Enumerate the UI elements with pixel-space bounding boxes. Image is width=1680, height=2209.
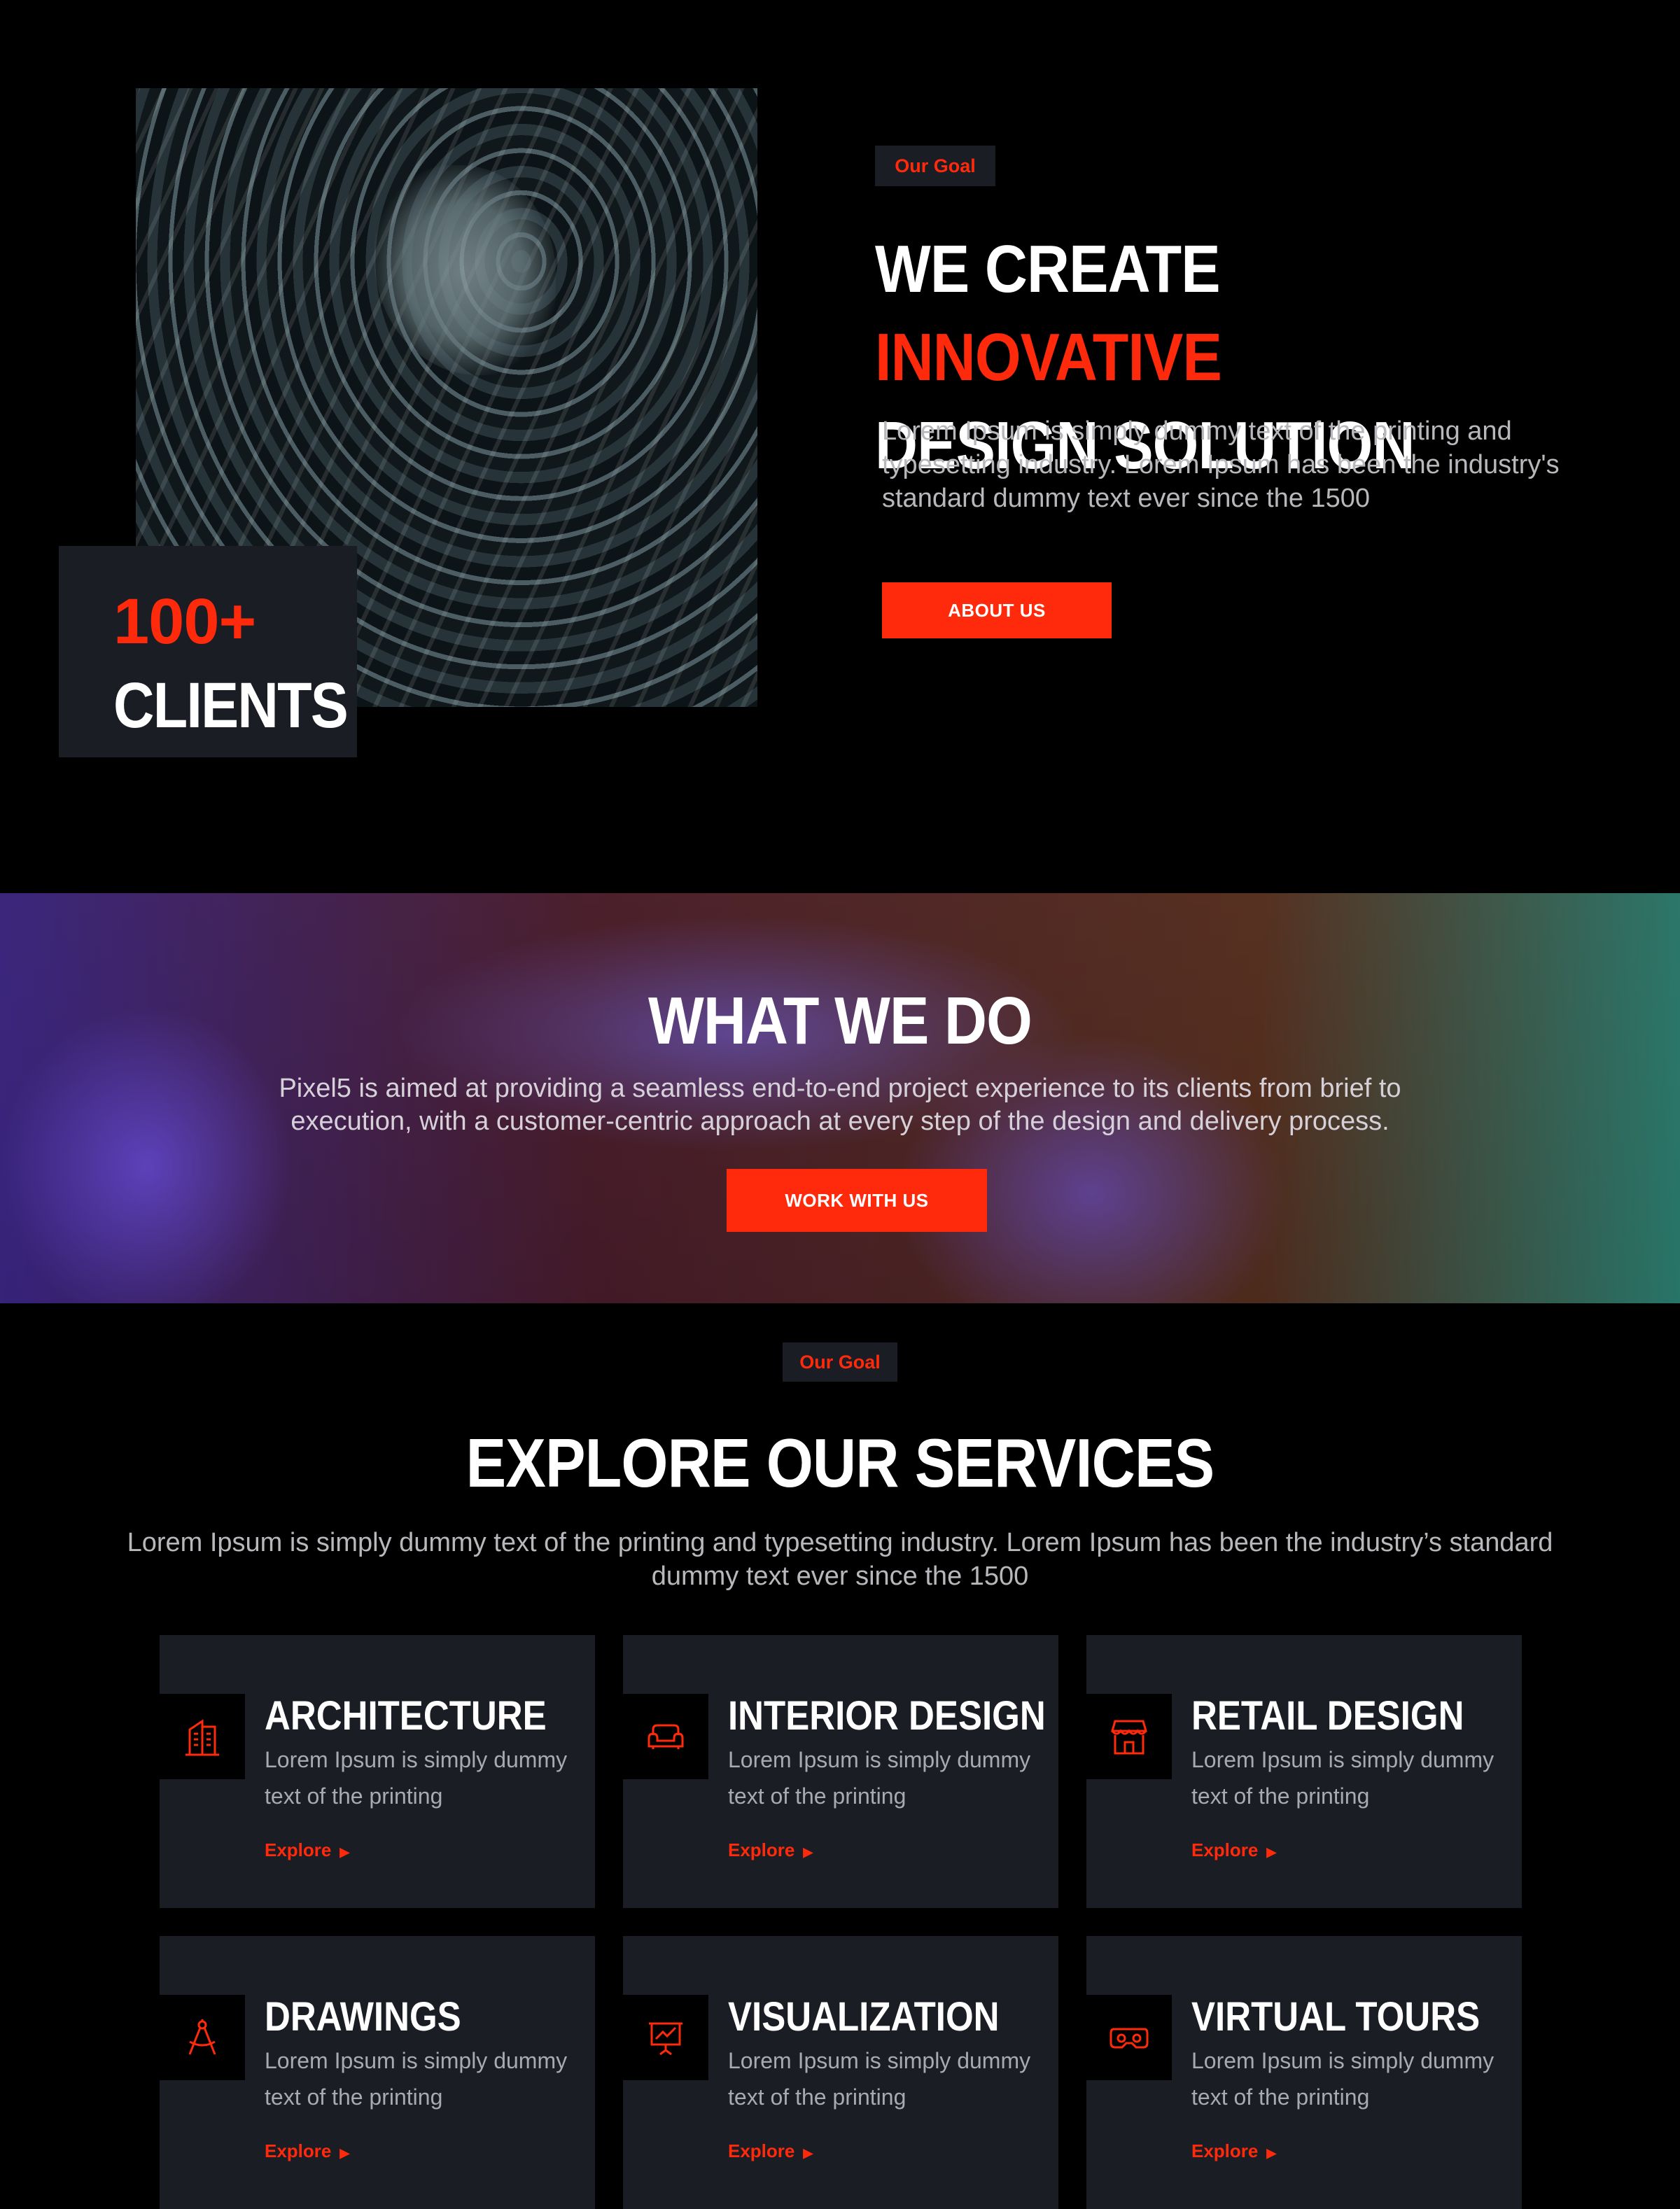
play-arrow-icon: ▶ — [1266, 2146, 1277, 2160]
service-text: Lorem Ipsum is simply dummy text of the … — [265, 2048, 568, 2110]
services-tag: Our Goal — [783, 1342, 897, 1382]
clients-label: CLIENTS — [113, 670, 349, 741]
service-title: RETAIL DESIGN — [1191, 1693, 1464, 1739]
service-title: DRAWINGS — [265, 1994, 461, 2040]
work-with-us-button[interactable]: WORK WITH US — [727, 1169, 987, 1232]
explore-link[interactable]: Explore ▶ — [728, 1839, 813, 1861]
goal-heading-white: WE CREATE — [875, 232, 1221, 307]
play-arrow-icon: ▶ — [340, 2146, 350, 2160]
service-text: Lorem Ipsum is simply dummy text of the … — [1191, 2048, 1494, 2110]
explore-link[interactable]: Explore ▶ — [728, 2140, 813, 2162]
service-text: Lorem Ipsum is simply dummy text of the … — [1191, 1747, 1494, 1809]
play-arrow-icon: ▶ — [340, 1845, 350, 1859]
service-card-retail-design[interactable]: RETAIL DESIGN Lorem Ipsum is simply dumm… — [1086, 1635, 1522, 1908]
service-card-drawings[interactable]: DRAWINGS Lorem Ipsum is simply dummy tex… — [160, 1936, 595, 2209]
what-we-do-description: Pixel5 is aimed at providing a seamless … — [279, 1074, 1401, 1136]
goal-description: Lorem Ipsum is simply dummy text of the … — [882, 416, 1560, 513]
service-title: VIRTUAL TOURS — [1191, 1994, 1480, 2040]
explore-link[interactable]: Explore ▶ — [1191, 1839, 1276, 1861]
service-card-visualization[interactable]: VISUALIZATION Lorem Ipsum is simply dumm… — [623, 1936, 1058, 2209]
storefront-icon — [1086, 1694, 1172, 1779]
service-text: Lorem Ipsum is simply dummy text of the … — [265, 1747, 568, 1809]
service-title: ARCHITECTURE — [265, 1693, 547, 1739]
clients-stat-card: 100+ CLIENTS — [59, 546, 357, 757]
clients-count: 100+ — [113, 586, 256, 657]
compass-icon — [160, 1995, 245, 2080]
service-title: VISUALIZATION — [728, 1994, 1000, 2040]
what-we-do-title: WHAT WE DO — [648, 983, 1032, 1058]
building-icon — [160, 1694, 245, 1779]
service-card-architecture[interactable]: ARCHITECTURE Lorem Ipsum is simply dummy… — [160, 1635, 595, 1908]
services-description: Lorem Ipsum is simply dummy text of the … — [127, 1528, 1553, 1591]
what-we-do-banner: WHAT WE DO Pixel5 is aimed at providing … — [0, 893, 1680, 1303]
sofa-icon — [623, 1694, 708, 1779]
play-arrow-icon: ▶ — [1266, 1845, 1277, 1859]
explore-link[interactable]: Explore ▶ — [265, 2140, 349, 2162]
goal-tag: Our Goal — [875, 146, 995, 186]
service-card-interior-design[interactable]: INTERIOR DESIGN Lorem Ipsum is simply du… — [623, 1635, 1058, 1908]
explore-link[interactable]: Explore ▶ — [1191, 2140, 1276, 2162]
play-arrow-icon: ▶ — [803, 1845, 813, 1859]
goal-heading-accent: INNOVATIVE — [875, 320, 1222, 395]
service-text: Lorem Ipsum is simply dummy text of the … — [728, 2048, 1031, 2110]
service-card-virtual-tours[interactable]: VIRTUAL TOURS Lorem Ipsum is simply dumm… — [1086, 1936, 1522, 2209]
service-text: Lorem Ipsum is simply dummy text of the … — [728, 1747, 1031, 1809]
services-title: EXPLORE OUR SERVICES — [465, 1424, 1215, 1501]
about-us-button[interactable]: ABOUT US — [882, 582, 1112, 638]
presentation-icon — [623, 1995, 708, 2080]
vr-headset-icon — [1086, 1995, 1172, 2080]
play-arrow-icon: ▶ — [803, 2146, 813, 2160]
service-title: INTERIOR DESIGN — [728, 1693, 1046, 1739]
explore-link[interactable]: Explore ▶ — [265, 1839, 349, 1861]
